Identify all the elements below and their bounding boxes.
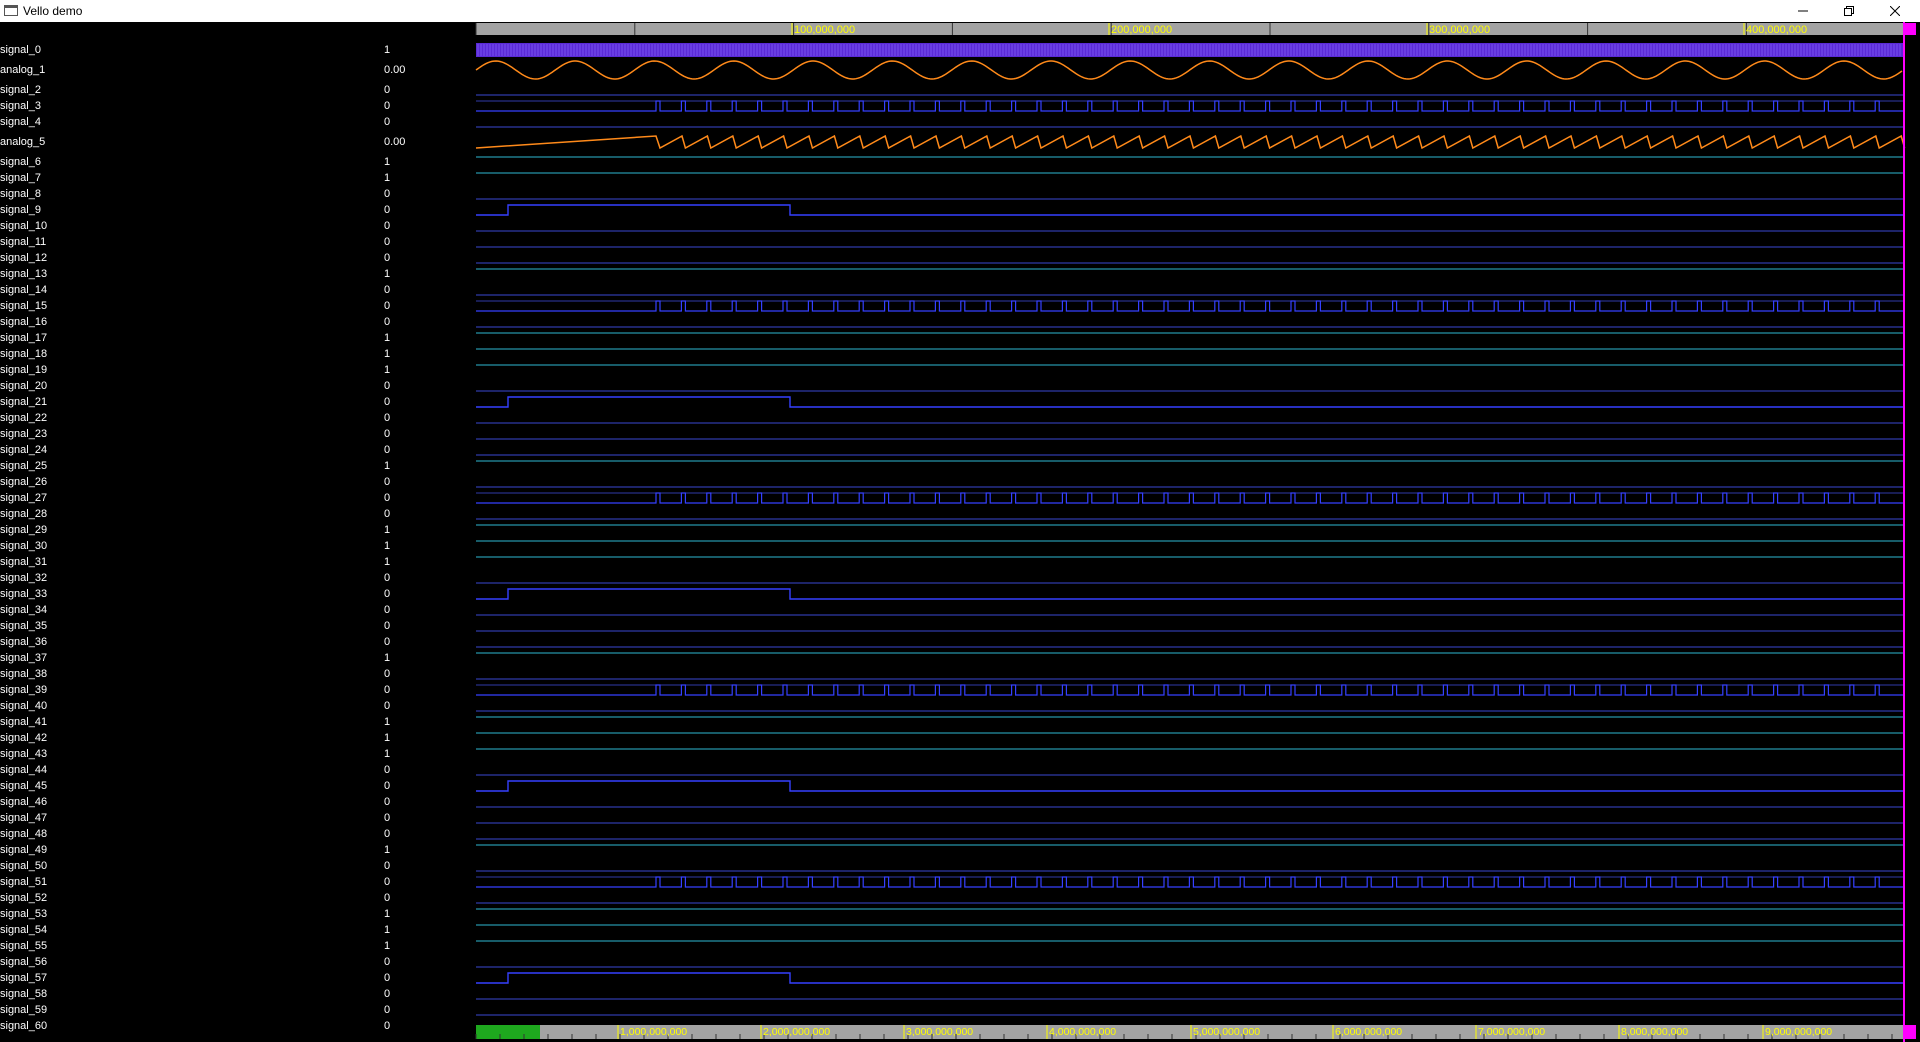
digital-waveform [476, 100, 1903, 112]
restore-icon [1844, 6, 1854, 16]
analog-waveform [475, 134, 1906, 150]
ruler-label: 200,000,000 [1111, 24, 1172, 36]
title-bar: Vello demo [0, 0, 1920, 22]
cursor-handle-top[interactable] [1904, 23, 1916, 35]
overview-label: 5,000,000,000 [1193, 1026, 1260, 1038]
ruler-label: 400,000,000 [1746, 24, 1807, 36]
overview-label: 2,000,000,000 [763, 1026, 830, 1038]
digital-waveform [476, 396, 1903, 408]
digital-waveform [476, 300, 1903, 312]
overview-label: 4,000,000,000 [1049, 1026, 1116, 1038]
digital-waveform [476, 972, 1903, 984]
ruler-label: 100,000,000 [794, 24, 855, 36]
overview-label: 7,000,000,000 [1478, 1026, 1545, 1038]
digital-waveform [476, 204, 1903, 216]
overview-label: 3,000,000,000 [906, 1026, 973, 1038]
close-button[interactable] [1872, 0, 1918, 22]
waveform-viewer: signal_0 analog_1 signal_2 signal_3 signal_4… [0, 22, 1920, 1042]
restore-button[interactable] [1826, 0, 1872, 22]
overview-label: 6,000,000,000 [1335, 1026, 1402, 1038]
waveform-canvas[interactable]: 100,000,000 200,000,000 300,000,000 400,000… [0, 22, 1920, 1042]
digital-waveform [476, 780, 1903, 792]
overview-label: 1,000,000,000 [620, 1026, 687, 1038]
cursor-handle-bottom[interactable] [1904, 1025, 1916, 1039]
ruler-label: 300,000,000 [1429, 24, 1490, 36]
digital-waveform [476, 876, 1903, 888]
overview-ruler[interactable] [476, 1025, 1903, 1039]
time-ruler[interactable] [476, 23, 1903, 35]
overview-label: 8,000,000,000 [1621, 1026, 1688, 1038]
analog-waveform [475, 60, 1903, 80]
minimize-icon [1798, 10, 1808, 12]
overview-label: 9,000,000,000 [1765, 1026, 1832, 1038]
close-icon [1890, 6, 1900, 16]
window-title: Vello demo [23, 4, 83, 18]
digital-waveform [476, 684, 1903, 696]
digital-waveform [476, 492, 1903, 504]
app-icon [4, 5, 18, 16]
digital-waveform [476, 588, 1903, 600]
overview-window[interactable] [476, 1025, 540, 1039]
minimize-button[interactable] [1780, 0, 1826, 22]
clock-waveform [476, 43, 1903, 57]
